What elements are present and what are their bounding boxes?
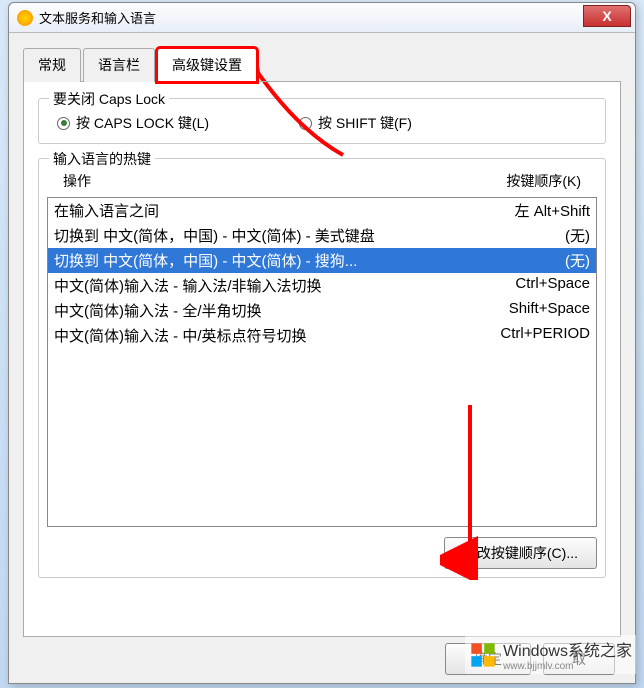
capslock-group-title: 要关闭 Caps Lock <box>49 89 169 109</box>
row-action: 切换到 中文(简体，中国) - 中文(简体) - 搜狗... <box>54 250 357 271</box>
list-row[interactable]: 中文(简体)输入法 - 全/半角切换 Shift+Space <box>48 298 596 323</box>
column-keysequence: 按键顺序(K) <box>506 171 581 191</box>
row-key: Ctrl+PERIOD <box>500 325 590 346</box>
button-row: 更改按键顺序(C)... <box>47 537 597 569</box>
radio-icon <box>57 117 70 130</box>
dialog-window: 文本服务和输入语言 X 常规 语言栏 高级键设置 要关闭 Caps Lock 按… <box>8 2 636 684</box>
column-action: 操作 <box>63 171 91 191</box>
windows-logo-icon <box>469 641 497 669</box>
row-action: 中文(简体)输入法 - 中/英标点符号切换 <box>54 325 307 346</box>
radio-capslock[interactable]: 按 CAPS LOCK 键(L) <box>57 113 209 133</box>
list-row[interactable]: 中文(简体)输入法 - 输入法/非输入法切换 Ctrl+Space <box>48 273 596 298</box>
radio-icon <box>299 117 312 130</box>
list-row[interactable]: 切换到 中文(简体，中国) - 中文(简体) - 美式键盘 (无) <box>48 223 596 248</box>
capslock-radio-row: 按 CAPS LOCK 键(L) 按 SHIFT 键(F) <box>51 113 593 133</box>
row-action: 中文(简体)输入法 - 输入法/非输入法切换 <box>54 275 322 296</box>
close-button[interactable]: X <box>583 5 631 27</box>
dialog-body: 常规 语言栏 高级键设置 要关闭 Caps Lock 按 CAPS LOCK 键… <box>9 33 635 645</box>
capslock-groupbox: 要关闭 Caps Lock 按 CAPS LOCK 键(L) 按 SHIFT 键… <box>38 98 606 144</box>
row-key: 左 Alt+Shift <box>515 200 590 221</box>
watermark-text: Windows系统之家 www.bjjmlv.com <box>503 637 632 672</box>
app-icon <box>17 10 33 26</box>
tab-general[interactable]: 常规 <box>23 48 81 82</box>
radio-shift[interactable]: 按 SHIFT 键(F) <box>299 113 412 133</box>
dialog-title: 文本服务和输入语言 <box>39 8 156 27</box>
tab-language-bar[interactable]: 语言栏 <box>83 48 155 82</box>
row-key: Ctrl+Space <box>515 275 590 296</box>
radio-capslock-label: 按 CAPS LOCK 键(L) <box>76 113 209 133</box>
row-key: (无) <box>565 225 590 246</box>
hotkey-groupbox: 输入语言的热键 操作 按键顺序(K) 在输入语言之间 左 Alt+Shift 切… <box>38 158 606 578</box>
row-key: (无) <box>565 250 590 271</box>
watermark-sub: www.bjjmlv.com <box>503 661 632 672</box>
tab-strip: 常规 语言栏 高级键设置 <box>23 47 621 82</box>
radio-shift-label: 按 SHIFT 键(F) <box>318 113 412 133</box>
row-action: 在输入语言之间 <box>54 200 159 221</box>
titlebar: 文本服务和输入语言 X <box>9 3 635 33</box>
tab-content: 要关闭 Caps Lock 按 CAPS LOCK 键(L) 按 SHIFT 键… <box>23 82 621 637</box>
row-action: 中文(简体)输入法 - 全/半角切换 <box>54 300 262 321</box>
list-row[interactable]: 中文(简体)输入法 - 中/英标点符号切换 Ctrl+PERIOD <box>48 323 596 348</box>
hotkey-group-title: 输入语言的热键 <box>49 149 155 169</box>
list-row-selected[interactable]: 切换到 中文(简体，中国) - 中文(简体) - 搜狗... (无) <box>48 248 596 273</box>
hotkey-listbox[interactable]: 在输入语言之间 左 Alt+Shift 切换到 中文(简体，中国) - 中文(简… <box>47 197 597 527</box>
list-row[interactable]: 在输入语言之间 左 Alt+Shift <box>48 198 596 223</box>
watermark-main: Windows系统之家 <box>503 643 632 660</box>
row-key: Shift+Space <box>509 300 590 321</box>
list-header: 操作 按键顺序(K) <box>47 167 597 195</box>
change-key-sequence-button[interactable]: 更改按键顺序(C)... <box>444 537 597 569</box>
watermark: Windows系统之家 www.bjjmlv.com <box>465 635 636 674</box>
tab-advanced-key-settings[interactable]: 高级键设置 <box>157 48 257 82</box>
row-action: 切换到 中文(简体，中国) - 中文(简体) - 美式键盘 <box>54 225 375 246</box>
